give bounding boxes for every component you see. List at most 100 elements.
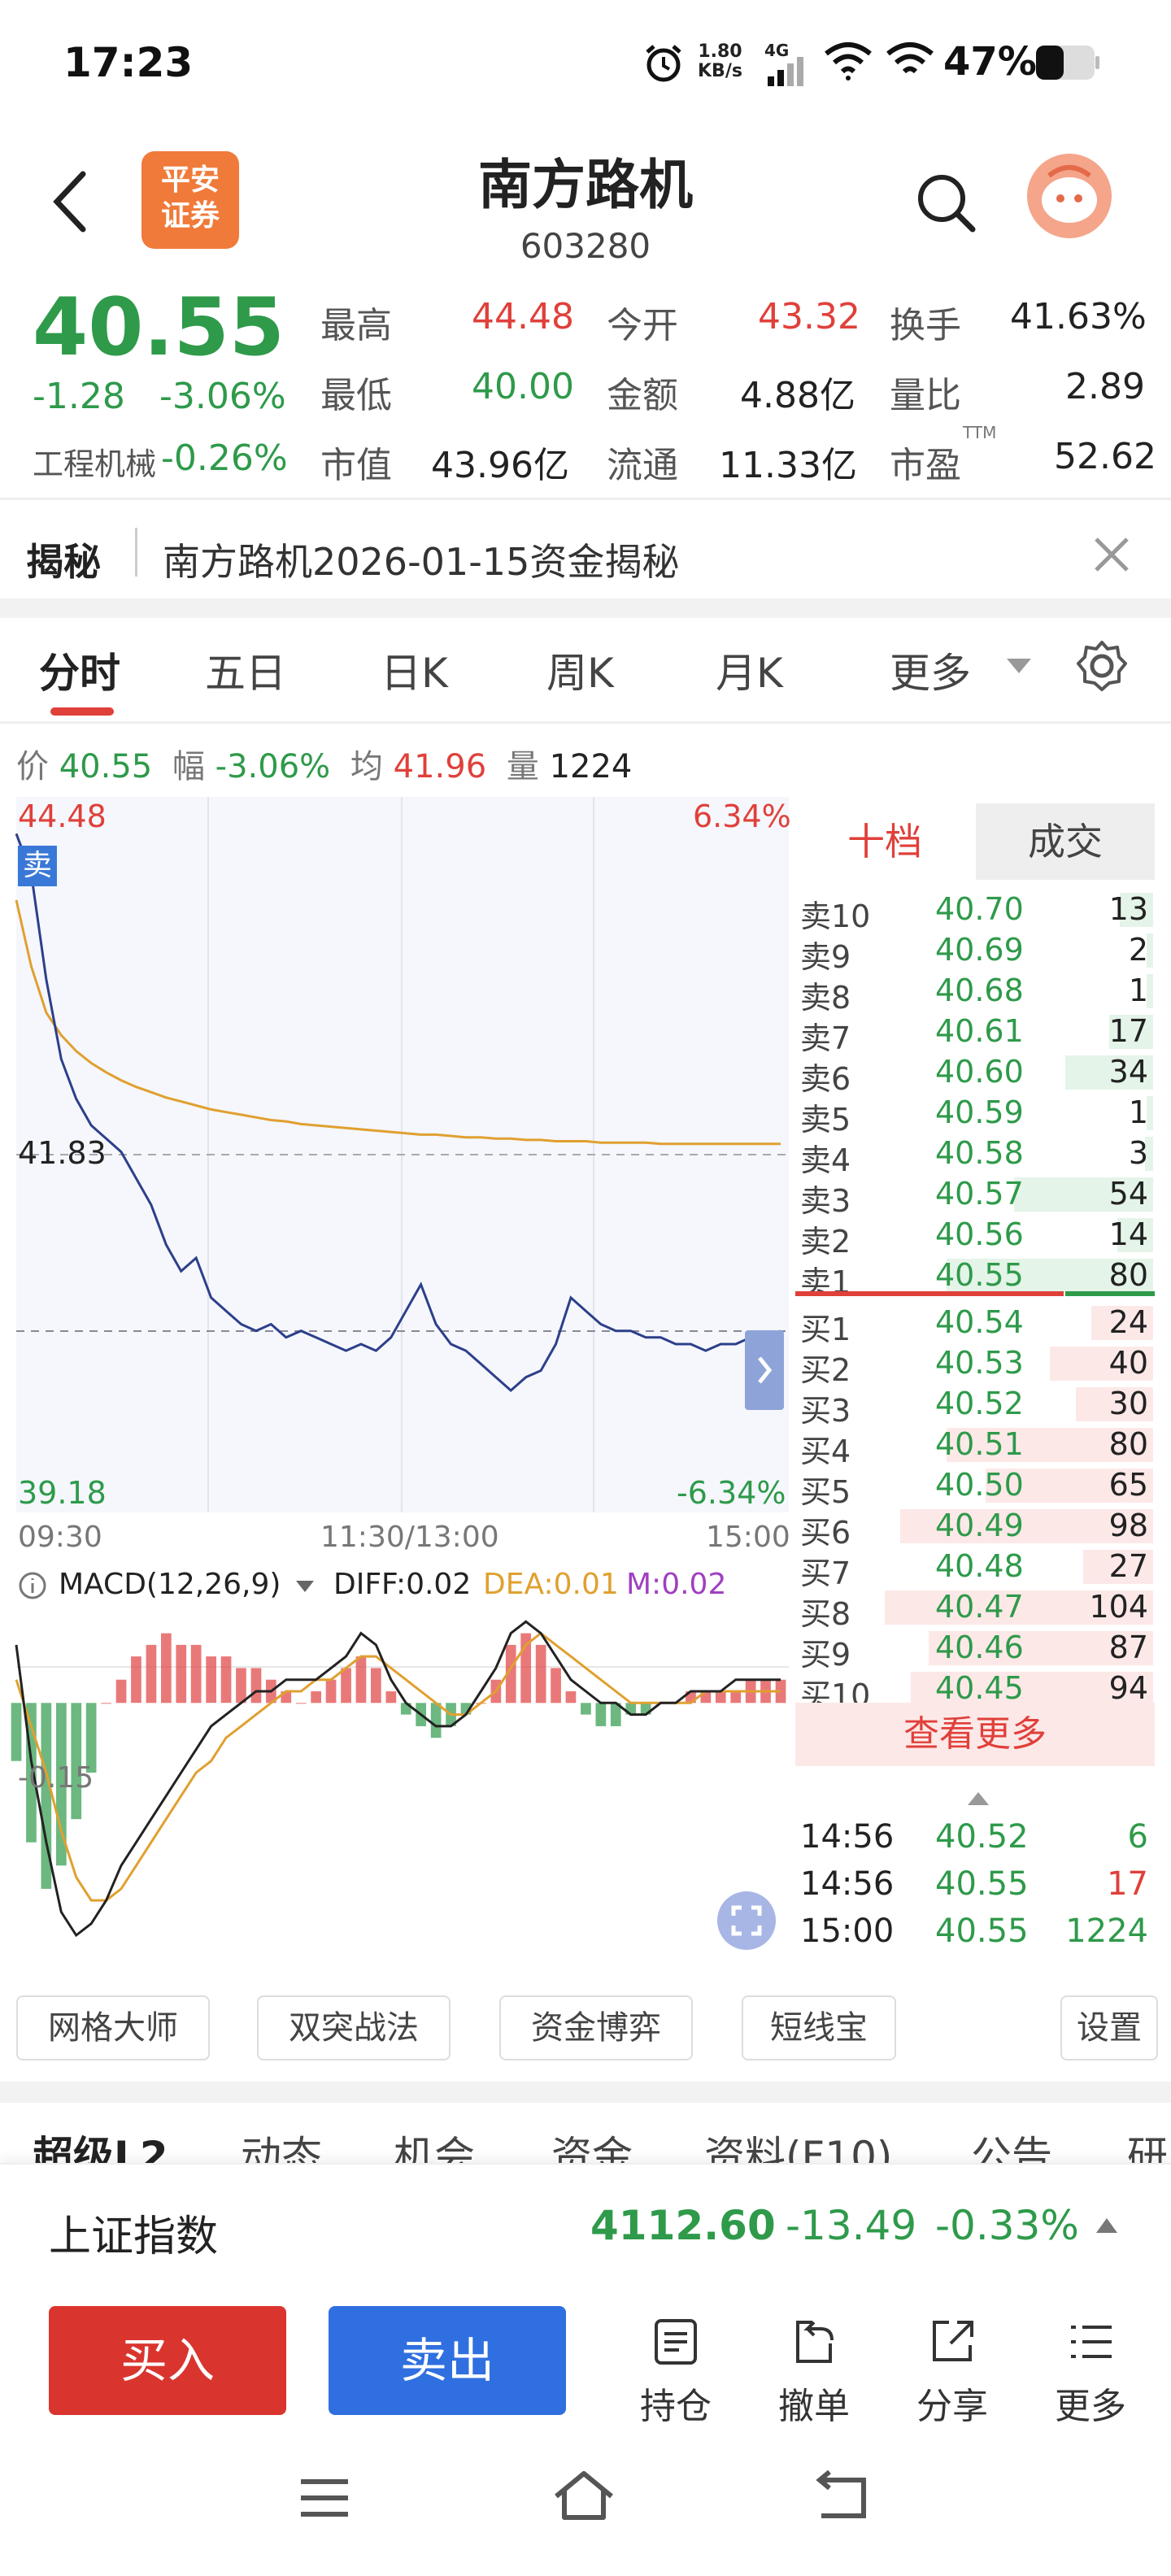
trade-row: 14:56 40.52 6 bbox=[795, 1815, 1153, 1856]
tab-five-day[interactable]: 五日 bbox=[205, 641, 286, 699]
position-label: 持仓 bbox=[640, 2386, 712, 2427]
gear-icon[interactable] bbox=[1075, 639, 1129, 693]
bid-row[interactable]: 买3 40.52 30 bbox=[795, 1382, 1153, 1429]
tool-short-line[interactable]: 短线宝 bbox=[742, 1995, 896, 2060]
subtab-announcements[interactable]: 公告 bbox=[971, 2124, 1052, 2168]
battery-icon bbox=[1036, 46, 1099, 80]
tab-intraday[interactable]: 分时 bbox=[39, 641, 120, 699]
bid-row[interactable]: 买10 40.45 94 bbox=[795, 1667, 1153, 1713]
bid-row[interactable]: 买2 40.53 40 bbox=[795, 1342, 1153, 1388]
tool-bar: 网格大师 双突战法 资金博弈 短线宝 设置 bbox=[0, 1984, 1171, 2073]
ask-vol: 34 bbox=[1108, 1054, 1148, 1090]
open-label: 今开 bbox=[607, 305, 678, 346]
bid-price: 40.47 bbox=[935, 1589, 1024, 1625]
tab-daily-k[interactable]: 日K bbox=[381, 641, 448, 699]
more-label: 更多 bbox=[1055, 2386, 1126, 2427]
market-cap-label: 市值 bbox=[320, 445, 392, 486]
ask-row[interactable]: 卖7 40.61 17 bbox=[795, 1010, 1153, 1056]
pe-superscript: TTM bbox=[963, 423, 997, 442]
info-icon[interactable] bbox=[18, 1571, 47, 1600]
tab-more[interactable]: 更多 bbox=[890, 641, 971, 699]
bid-row[interactable]: 买5 40.50 65 bbox=[795, 1464, 1153, 1510]
tab-weekly-k[interactable]: 周K bbox=[546, 641, 614, 699]
macd-bar bbox=[131, 1656, 141, 1704]
bid-price: 40.48 bbox=[935, 1548, 1024, 1584]
ask-vol: 17 bbox=[1108, 1013, 1148, 1049]
subtab-super-l2[interactable]: 超级L2 bbox=[33, 2124, 168, 2168]
bid-row[interactable]: 买8 40.47 104 bbox=[795, 1586, 1153, 1632]
trade-vol: 1224 bbox=[1065, 1912, 1148, 1950]
index-ticker[interactable]: 上证指数 4112.60 -13.49 -0.33% bbox=[0, 2163, 1171, 2285]
tool-double-breakout[interactable]: 双突战法 bbox=[257, 1995, 451, 2060]
ask-price: 40.70 bbox=[935, 891, 1024, 927]
tab-monthly-k[interactable]: 月K bbox=[716, 641, 783, 699]
intraday-chart[interactable]: 44.48 6.34% 41.83 39.18 -6.34% 卖 09:30 1… bbox=[0, 797, 791, 1968]
buy-button[interactable]: 买入 bbox=[49, 2306, 286, 2415]
tool-fund-game[interactable]: 资金博弈 bbox=[499, 1995, 693, 2060]
bid-vol: 94 bbox=[1108, 1670, 1148, 1706]
subtab-opportunity[interactable]: 机会 bbox=[394, 2124, 475, 2168]
home-icon[interactable] bbox=[550, 2467, 618, 2524]
subtab-f10[interactable]: 资料(F10) bbox=[704, 2124, 892, 2168]
share-button[interactable]: 分享 bbox=[899, 2316, 1005, 2429]
subtab-funds[interactable]: 资金 bbox=[551, 2124, 633, 2168]
index-change: -13.49 bbox=[786, 2202, 917, 2249]
reveal-banner[interactable]: 揭秘 南方路机2026-01-15资金揭秘 bbox=[0, 498, 1171, 610]
search-icon[interactable] bbox=[914, 171, 979, 236]
close-icon[interactable] bbox=[1090, 533, 1134, 577]
ask-row[interactable]: 卖6 40.60 34 bbox=[795, 1051, 1153, 1097]
caret-up-icon[interactable] bbox=[1095, 2217, 1119, 2234]
ask-row[interactable]: 卖8 40.68 1 bbox=[795, 969, 1153, 1016]
caret-up-icon[interactable] bbox=[966, 1791, 990, 1807]
macd-bar bbox=[250, 1668, 262, 1704]
sell-button[interactable]: 卖出 bbox=[329, 2306, 566, 2415]
ask-row[interactable]: 卖10 40.70 13 bbox=[795, 888, 1153, 934]
assistant-avatar-icon[interactable] bbox=[1025, 151, 1114, 241]
ask-row[interactable]: 卖5 40.59 1 bbox=[795, 1091, 1153, 1138]
ask-vol: 54 bbox=[1108, 1176, 1148, 1212]
menu-icon[interactable] bbox=[296, 2474, 353, 2522]
ask-bid-divider-red bbox=[795, 1291, 1064, 1296]
stock-name: 南方路机 bbox=[478, 154, 693, 216]
ask-row[interactable]: 卖1 40.55 80 bbox=[795, 1254, 1153, 1300]
ask-row[interactable]: 卖3 40.57 54 bbox=[795, 1173, 1153, 1219]
reveal-text[interactable]: 南方路机2026-01-15资金揭秘 bbox=[163, 533, 679, 586]
bid-row[interactable]: 买9 40.46 87 bbox=[795, 1626, 1153, 1673]
position-button[interactable]: 持仓 bbox=[623, 2316, 729, 2429]
tab-ten-levels[interactable]: 十档 bbox=[795, 803, 974, 880]
vol-label: 量 bbox=[506, 748, 539, 785]
ask-vol: 3 bbox=[1128, 1135, 1148, 1171]
sector-name[interactable]: 工程机械 bbox=[33, 439, 156, 484]
bid-row[interactable]: 买7 40.48 27 bbox=[795, 1545, 1153, 1591]
view-more-button[interactable]: 查看更多 bbox=[795, 1703, 1155, 1766]
subtab-dynamics[interactable]: 动态 bbox=[241, 2124, 322, 2168]
ask-row[interactable]: 卖4 40.58 3 bbox=[795, 1132, 1153, 1178]
tab-trades[interactable]: 成交 bbox=[976, 803, 1155, 880]
current-price: 40.55 bbox=[33, 281, 285, 374]
back-nav-icon[interactable] bbox=[810, 2470, 875, 2522]
bid-row[interactable]: 买4 40.51 80 bbox=[795, 1423, 1153, 1469]
subtab-research[interactable]: 研 bbox=[1127, 2124, 1168, 2168]
more-button[interactable]: 更多 bbox=[1038, 2316, 1143, 2429]
tool-grid-master[interactable]: 网格大师 bbox=[16, 1995, 210, 2060]
trade-time: 14:56 bbox=[800, 1818, 895, 1856]
fullscreen-button[interactable] bbox=[717, 1891, 776, 1950]
bid-row[interactable]: 买1 40.54 24 bbox=[795, 1301, 1153, 1347]
macd-bar bbox=[176, 1644, 187, 1704]
macd-title[interactable]: MACD(12,26,9) bbox=[59, 1568, 281, 1601]
ask-price: 40.58 bbox=[935, 1135, 1024, 1171]
trade-price: 40.55 bbox=[935, 1865, 1029, 1903]
sector-change: -0.26% bbox=[161, 437, 288, 479]
time-label-open: 09:30 bbox=[18, 1521, 102, 1554]
low-value: 40.00 bbox=[472, 366, 574, 407]
trade-price: 40.52 bbox=[935, 1818, 1029, 1856]
tool-settings[interactable]: 设置 bbox=[1060, 1995, 1158, 2060]
ask-row[interactable]: 卖2 40.56 14 bbox=[795, 1213, 1153, 1260]
macd-bar bbox=[355, 1656, 367, 1704]
ask-row[interactable]: 卖9 40.69 2 bbox=[795, 929, 1153, 975]
bid-row[interactable]: 买6 40.49 98 bbox=[795, 1504, 1153, 1551]
caret-down-icon[interactable] bbox=[294, 1579, 316, 1594]
expand-handle[interactable] bbox=[745, 1330, 784, 1410]
cancel-order-button[interactable]: 撤单 bbox=[761, 2316, 867, 2429]
high-label: 最高 bbox=[320, 305, 392, 346]
